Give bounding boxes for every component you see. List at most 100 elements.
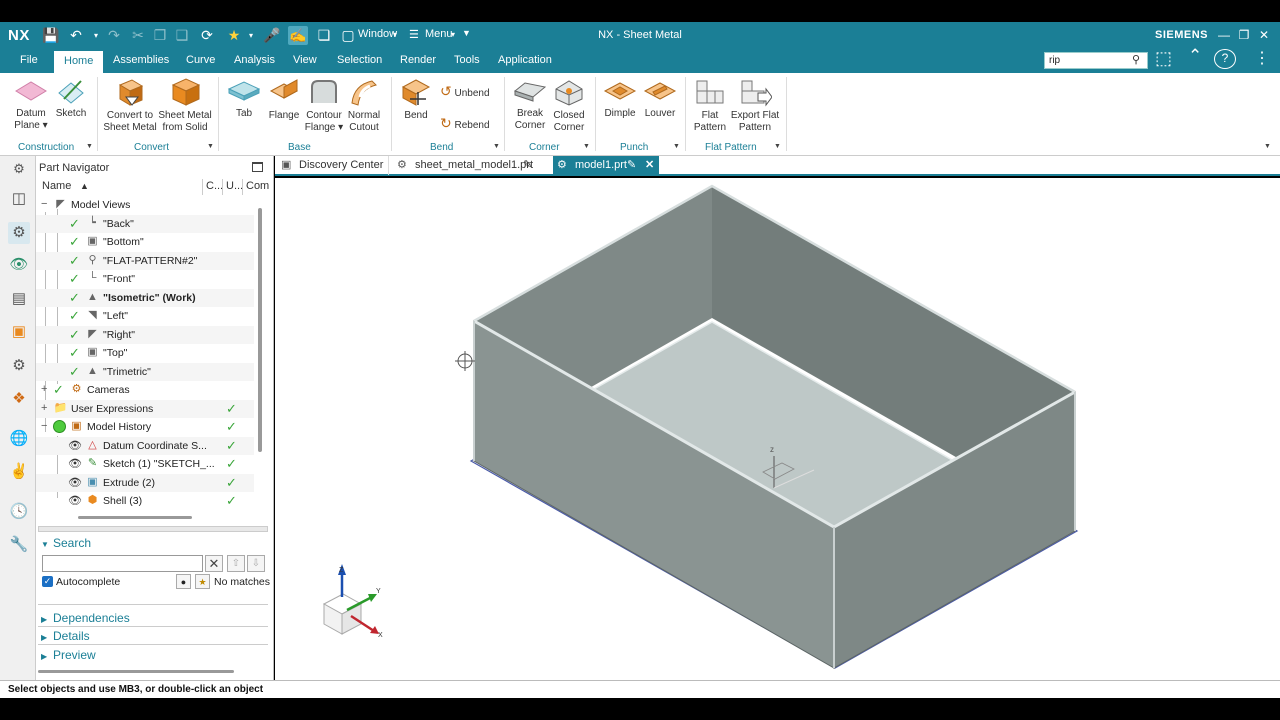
punch-group-dropdown-icon[interactable]: ▼ [673, 143, 680, 150]
tab-home[interactable]: Home [54, 49, 104, 73]
tree-row-feature[interactable]: 👁 ⬢ Shell (3) ✓ [36, 492, 254, 511]
navigator-search-input[interactable] [42, 555, 203, 572]
dimple-button[interactable]: Dimple [601, 77, 639, 120]
tree-row-view[interactable]: ✓ ▣ "Top" [36, 344, 254, 363]
tab-tools[interactable]: Tools [448, 49, 486, 73]
contour-flange-button[interactable]: Contour Flange ▾ [304, 77, 344, 134]
previous-match-icon[interactable]: ⇧ [227, 555, 245, 572]
column-header-current[interactable]: C... [206, 180, 223, 192]
tab-application[interactable]: Application [492, 49, 558, 73]
search-filter-icon[interactable]: ● [176, 574, 191, 589]
normal-cutout-button[interactable]: Normal Cutout [344, 77, 384, 134]
eye-icon[interactable]: 👁 [68, 494, 82, 507]
autocomplete-checkbox[interactable]: ✓ [42, 576, 53, 587]
dependencies-section-header[interactable]: ▶ Dependencies [41, 611, 130, 625]
tree-row-view-work[interactable]: ✓ ▲ "Isometric" (Work) [36, 288, 254, 307]
close-tab-icon[interactable]: ✕ [645, 156, 654, 175]
constraint-navigator-icon[interactable]: ▣ [8, 321, 30, 343]
restore-icon[interactable]: ❐ [1236, 26, 1252, 44]
model-canvas[interactable]: z Z Y X [275, 178, 1280, 680]
system-tools-icon[interactable]: 🔧 [8, 534, 30, 556]
tab-feature-button[interactable]: Tab [226, 77, 262, 120]
tree-row-user-expressions[interactable]: + 📁 User Expressions ✓ [36, 399, 254, 418]
expand-icon[interactable]: + [41, 402, 50, 414]
next-match-icon[interactable]: ⇩ [247, 555, 265, 572]
tree-row-feature[interactable]: 👁 ✎ Sketch (1) "SKETCH_... ✓ [36, 455, 254, 474]
tree-row-view[interactable]: ✓ ◥ "Left" [36, 307, 254, 326]
tab-model1[interactable]: ⚙ model1.prt ✎ ✕ [553, 156, 659, 175]
bend-button[interactable]: Bend [398, 77, 434, 122]
flange-button[interactable]: Flange [266, 77, 302, 122]
maximize-navigator-icon[interactable] [252, 162, 263, 172]
sheet-metal-from-solid-button[interactable]: Sheet Metal from Solid [158, 77, 212, 134]
bend-group-dropdown-icon[interactable]: ▼ [493, 143, 500, 150]
rebend-button[interactable]: ↻ Rebend [440, 115, 490, 132]
search-options-icon[interactable]: ★ [195, 574, 210, 589]
tree-row-model-history[interactable]: − ▣ Model History ✓ [36, 418, 254, 437]
column-header-name[interactable]: Name [42, 180, 71, 192]
flat-pattern-group-dropdown-icon[interactable]: ▼ [774, 143, 781, 150]
expand-icon[interactable]: + [41, 384, 50, 395]
collapse-icon[interactable]: − [41, 421, 50, 432]
break-corner-button[interactable]: Break Corner [510, 77, 550, 132]
tab-view[interactable]: View [287, 49, 323, 73]
collapse-icon[interactable]: − [41, 199, 50, 210]
roles-icon[interactable]: ⚙ [8, 355, 30, 377]
tree-row-view[interactable]: ✓ ┕ "Back" [36, 214, 254, 233]
column-header-comment[interactable]: Com [246, 180, 269, 192]
eye-icon[interactable]: 👁 [68, 439, 82, 452]
graphics-window[interactable]: z Z Y X [275, 178, 1280, 680]
tab-render[interactable]: Render [394, 49, 442, 73]
closed-corner-button[interactable]: Closed Corner [549, 77, 589, 134]
tree-row-view[interactable]: ✓ ▣ "Bottom" [36, 233, 254, 252]
datum-plane-button[interactable]: Datum Plane ▾ [10, 77, 52, 132]
assembly-navigator-icon[interactable]: ◫ [8, 188, 30, 210]
convert-group-dropdown-icon[interactable]: ▼ [207, 143, 214, 150]
tab-file[interactable]: File [14, 49, 44, 73]
panel-splitter[interactable] [38, 526, 268, 532]
sort-ascending-icon[interactable]: ▲ [80, 181, 89, 191]
sketch-button[interactable]: Sketch [54, 77, 88, 120]
reuse-library-icon[interactable]: ▤ [8, 288, 30, 310]
ribbon-options-dropdown-icon[interactable]: ▼ [1264, 143, 1271, 150]
eye-icon[interactable]: 👁 [68, 457, 82, 470]
flat-pattern-button[interactable]: Flat Pattern [690, 77, 730, 134]
more-options-icon[interactable]: ⋮ [1254, 48, 1270, 68]
search-icon[interactable]: ⚲ [1132, 53, 1140, 66]
tree-row-view[interactable]: ✓ ▲ "Trimetric" [36, 362, 254, 381]
tree-row-model-views[interactable]: − ◤ Model Views [36, 196, 254, 215]
minimize-icon[interactable]: — [1216, 26, 1232, 44]
tree-row-feature[interactable]: 👁 ▣ Extrude (2) ✓ [36, 473, 254, 492]
navigator-vertical-scrollbar[interactable] [258, 208, 262, 452]
internet-explorer-icon[interactable]: 🌐 [8, 428, 30, 450]
close-icon[interactable]: ✕ [1256, 26, 1272, 44]
construction-group-dropdown-icon[interactable]: ▼ [86, 143, 93, 150]
tab-sheet-metal-model1[interactable]: ⚙ sheet_metal_model1.prt ✎ [393, 156, 543, 175]
tab-selection[interactable]: Selection [331, 49, 388, 73]
details-section-header[interactable]: ▶ Details [41, 629, 90, 643]
navigator-horizontal-scrollbar[interactable] [78, 516, 192, 519]
tab-analysis[interactable]: Analysis [228, 49, 281, 73]
view-manager-icon[interactable]: 👁 [8, 254, 30, 276]
tab-curve[interactable]: Curve [180, 49, 221, 73]
eye-icon[interactable]: 👁 [68, 476, 82, 489]
unbend-button[interactable]: ↺ Unbend [440, 83, 490, 100]
tree-row-feature[interactable]: 👁 △ Datum Coordinate S... ✓ [36, 436, 254, 455]
resource-bar-settings-icon[interactable]: ⚙ [8, 158, 30, 180]
part-navigator-icon[interactable]: ⚙ [8, 222, 30, 244]
bottom-scrollbar[interactable] [38, 670, 234, 673]
tree-row-cameras[interactable]: + ✓ ⚙ Cameras [36, 381, 254, 400]
web-browser-icon[interactable]: ❖ [8, 388, 30, 410]
export-flat-pattern-button[interactable]: Export Flat Pattern [730, 77, 780, 134]
tree-row-view[interactable]: ✓ └ "Front" [36, 270, 254, 289]
help-icon[interactable]: ? [1214, 49, 1236, 69]
view-triad[interactable] [322, 564, 379, 635]
clear-search-icon[interactable]: ✕ [205, 555, 223, 572]
history-clock-icon[interactable]: 🕓 [8, 501, 30, 523]
tree-row-view[interactable]: ✓ ◤ "Right" [36, 325, 254, 344]
fit-view-icon[interactable]: ⬚ [1155, 48, 1172, 69]
touch-panel-icon[interactable]: ✌ [8, 461, 30, 483]
tab-discovery-center[interactable]: ▣ Discovery Center [277, 156, 389, 175]
tab-assemblies[interactable]: Assemblies [107, 49, 175, 73]
louver-button[interactable]: Louver [641, 77, 679, 120]
